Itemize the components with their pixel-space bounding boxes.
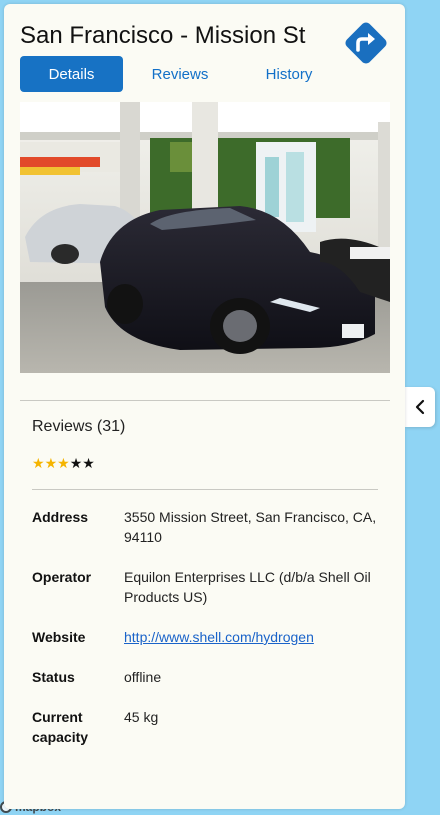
- operator-value: Equilon Enterprises LLC (d/b/a Shell Oil…: [124, 569, 371, 605]
- status-label: Status: [32, 669, 75, 685]
- star-empty-icon: ★: [82, 455, 95, 471]
- collapse-panel-button[interactable]: [405, 387, 435, 427]
- star-filled-icon: ★: [44, 455, 58, 471]
- section-divider: [20, 400, 390, 401]
- star-rating: ★ ★ ★ ★ ★: [32, 456, 95, 470]
- tab-details[interactable]: Details: [20, 56, 123, 92]
- star-empty-icon: ★: [69, 455, 83, 471]
- star-filled-icon: ★: [32, 455, 45, 471]
- tab-reviews[interactable]: Reviews: [123, 56, 237, 92]
- tab-history[interactable]: History: [237, 56, 341, 92]
- chevron-left-icon: [415, 399, 425, 415]
- operator-row: Operator Equilon Enterprises LLC (d/b/a …: [32, 567, 382, 609]
- tab-bar: Details Reviews History: [20, 56, 348, 92]
- website-label: Website: [32, 629, 86, 645]
- station-photo: [20, 102, 390, 373]
- address-label: Address: [32, 509, 89, 525]
- capacity-row: Current capacity 45 kg: [32, 707, 382, 749]
- star-filled-icon: ★: [57, 455, 70, 471]
- details-divider: [32, 489, 378, 490]
- reviews-heading: Reviews (31): [32, 418, 126, 435]
- capacity-label: Current capacity: [32, 709, 89, 745]
- status-row: Status offline: [32, 667, 382, 689]
- capacity-value: 45 kg: [124, 709, 159, 725]
- website-value: http://www.shell.com/hydrogen: [124, 627, 379, 647]
- operator-label: Operator: [32, 569, 92, 585]
- station-title: San Francisco - Mission St: [20, 22, 306, 49]
- website-row: Website http://www.shell.com/hydrogen: [32, 627, 382, 649]
- address-row: Address 3550 Mission Street, San Francis…: [32, 507, 382, 549]
- address-value: 3550 Mission Street, San Francisco, CA, …: [124, 509, 377, 545]
- website-link[interactable]: http://www.shell.com/hydrogen: [124, 629, 314, 645]
- station-details-panel: San Francisco - Mission St Details Revie…: [4, 4, 405, 809]
- status-value: offline: [124, 669, 162, 685]
